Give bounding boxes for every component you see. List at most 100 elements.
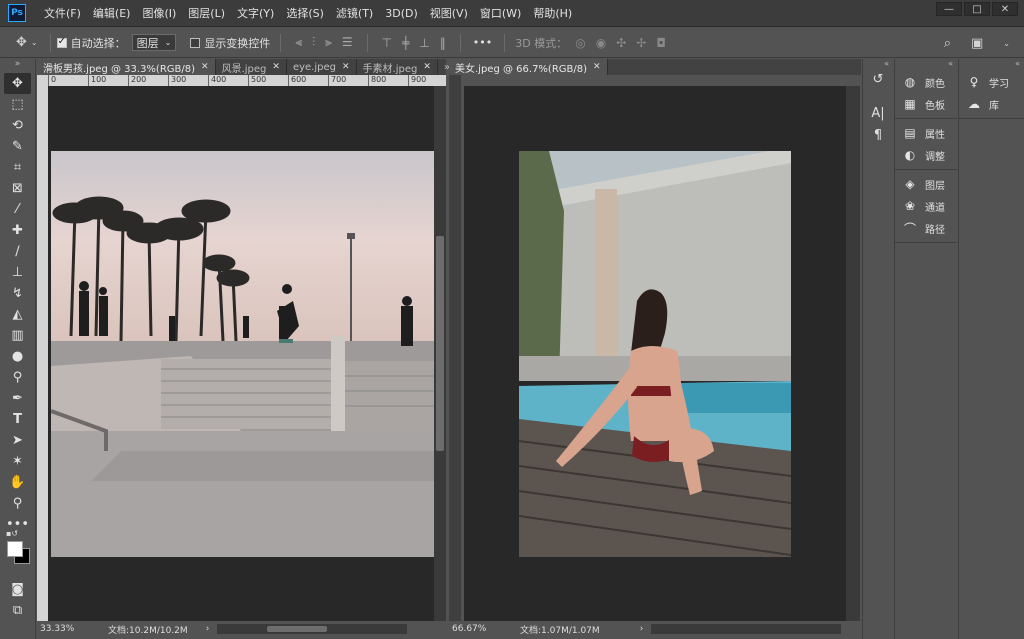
doc-tab[interactable]: 风景.jpeg ✕ (216, 59, 287, 75)
align-right-icon[interactable]: ⫸ (325, 35, 332, 50)
collapse-icon[interactable]: « (895, 59, 957, 68)
menu-help[interactable]: 帮助(H) (527, 0, 578, 27)
eyedropper-tool-icon[interactable]: ⁄ (0, 199, 35, 220)
menu-3d[interactable]: 3D(D) (379, 0, 424, 27)
auto-select-checkbox[interactable] (56, 36, 67, 48)
close-icon[interactable]: ✕ (593, 62, 601, 72)
panel-item-channels[interactable]: ❀ 通道 (895, 195, 957, 217)
character-panel-icon[interactable]: A| (863, 102, 893, 124)
menu-filter[interactable]: 滤镜(T) (330, 0, 379, 27)
align-vcenter-icon[interactable]: ╪ (402, 36, 409, 50)
pen-tool-icon[interactable]: ✒ (0, 388, 35, 409)
menu-image[interactable]: 图像(I) (136, 0, 182, 27)
ruler-tick: 500 (248, 75, 288, 86)
menu-select[interactable]: 选择(S) (280, 0, 330, 27)
brush-tool-icon[interactable]: ∕ (0, 241, 35, 262)
lasso-tool-icon[interactable]: ⟲ (0, 115, 35, 136)
panel-item-libraries[interactable]: ☁ 库 (959, 93, 1024, 115)
3d-roll-icon[interactable]: ◉ (596, 36, 606, 50)
align-bottom-icon[interactable]: ⊥ (419, 36, 429, 50)
minimize-button[interactable]: — (936, 2, 962, 16)
status-menu-chevron-icon[interactable]: › (640, 624, 644, 634)
align-top-icon[interactable]: ⊤ (382, 36, 392, 50)
close-icon[interactable]: ✕ (201, 62, 209, 72)
zoom-level[interactable]: 66.67% (452, 624, 512, 634)
maximize-button[interactable]: □ (964, 2, 990, 16)
quick-mask-icon[interactable]: ◙ (0, 579, 35, 600)
menu-edit[interactable]: 编辑(E) (87, 0, 137, 27)
ruler-tick: 100 (88, 75, 128, 86)
close-icon[interactable]: ✕ (272, 62, 280, 72)
auto-select-dropdown[interactable]: 图层 ⌄ (131, 34, 177, 51)
quick-select-tool-icon[interactable]: ✎ (0, 136, 35, 157)
more-options-button[interactable]: ••• (473, 36, 492, 49)
collapse-icon[interactable]: « (863, 59, 893, 68)
panel-item-paths[interactable]: ⌒ 路径 (895, 217, 957, 239)
default-colors-icon[interactable]: ▪↺ (6, 529, 18, 538)
close-icon[interactable]: ✕ (342, 62, 350, 72)
path-select-tool-icon[interactable]: ➤ (0, 430, 35, 451)
scrollbar-thumb[interactable] (267, 626, 328, 632)
3d-slide-icon[interactable]: ✢ (636, 36, 646, 50)
scrollbar-thumb[interactable] (436, 236, 444, 451)
doc-tab[interactable]: 手素材.jpeg ✕ (357, 59, 438, 75)
collapse-icon[interactable]: » (0, 59, 35, 73)
panel-item-color[interactable]: ◍ 颜色 (895, 71, 957, 93)
collapse-icon[interactable]: « (959, 59, 1024, 68)
workspace-icon[interactable]: ▣ (971, 36, 983, 51)
menu-type[interactable]: 文字(Y) (231, 0, 280, 27)
show-transform-checkbox[interactable] (190, 37, 201, 48)
dodge-tool-icon[interactable]: ⚲ (0, 367, 35, 388)
gradient-tool-icon[interactable]: ▥ (0, 325, 35, 346)
doc1-horizontal-scrollbar[interactable] (217, 624, 408, 634)
search-icon[interactable]: ⌕ (944, 36, 951, 51)
tab-label: eye.jpeg (292, 61, 336, 73)
frame-tool-icon[interactable]: ⊠ (0, 178, 35, 199)
zoom-tool-icon[interactable]: ⚲ (0, 493, 35, 514)
status-menu-chevron-icon[interactable]: › (206, 624, 210, 634)
close-icon[interactable]: ✕ (423, 62, 431, 72)
hand-tool-icon[interactable]: ✋ (0, 472, 35, 493)
3d-drag-icon[interactable]: ✣ (616, 36, 626, 50)
panel-item-layers[interactable]: ◈ 图层 (895, 173, 957, 195)
move-tool-icon[interactable]: ✥ (4, 73, 31, 94)
blur-tool-icon[interactable]: ● (0, 346, 35, 367)
distribute-vertical-icon[interactable]: ‖ (440, 36, 446, 50)
panel-item-swatches[interactable]: ▦ 色板 (895, 93, 957, 115)
panel-item-properties[interactable]: ▤ 属性 (895, 122, 957, 144)
screen-mode-icon[interactable]: ⧉ (0, 600, 35, 621)
panel-item-adjustments[interactable]: ◐ 调整 (895, 144, 957, 166)
align-left-icon[interactable]: ⫷ (295, 35, 302, 50)
3d-orbit-icon[interactable]: ◎ (575, 36, 585, 50)
zoom-level[interactable]: 33.33% (40, 624, 100, 634)
marquee-tool-icon[interactable]: ⬚ (0, 94, 35, 115)
crop-tool-icon[interactable]: ⌗ (0, 157, 35, 178)
close-button[interactable]: ✕ (992, 2, 1018, 16)
doc2-vertical-scrollbar[interactable] (846, 86, 860, 621)
panel-item-learn[interactable]: ♀ 学习 (959, 71, 1024, 93)
foreground-color-swatch[interactable] (7, 541, 23, 557)
paragraph-panel-icon[interactable]: ¶ (863, 124, 893, 146)
history-brush-tool-icon[interactable]: ↯ (0, 283, 35, 304)
menu-layer[interactable]: 图层(L) (182, 0, 231, 27)
history-panel-icon[interactable]: ↺ (863, 68, 893, 90)
chevron-down-icon[interactable]: ⌄ (31, 38, 38, 47)
doc2-horizontal-scrollbar[interactable] (651, 624, 842, 634)
doc-tab[interactable]: 美女.jpeg @ 66.7%(RGB/8) ✕ (449, 59, 608, 75)
chevron-down-icon[interactable]: ⌄ (1003, 39, 1010, 48)
move-tool-icon[interactable]: ✥ (16, 35, 27, 50)
type-tool-icon[interactable]: T (0, 409, 35, 430)
shape-tool-icon[interactable]: ✶ (0, 451, 35, 472)
menu-window[interactable]: 窗口(W) (474, 0, 527, 27)
align-hcenter-icon[interactable]: ⫶ (312, 35, 315, 50)
doc1-vertical-scrollbar[interactable] (434, 86, 446, 621)
distribute-horizontal-icon[interactable]: ☰ (342, 35, 353, 50)
menu-file[interactable]: 文件(F) (38, 0, 87, 27)
3d-camera-icon[interactable]: ◘ (656, 36, 666, 50)
doc-tab[interactable]: 滑板男孩.jpeg @ 33.3%(RGB/8) ✕ (37, 59, 216, 75)
doc-tab[interactable]: eye.jpeg ✕ (287, 59, 357, 75)
menu-view[interactable]: 视图(V) (424, 0, 474, 27)
eraser-tool-icon[interactable]: ◭ (0, 304, 35, 325)
clone-stamp-tool-icon[interactable]: ⊥ (0, 262, 35, 283)
healing-brush-tool-icon[interactable]: ✚ (0, 220, 35, 241)
